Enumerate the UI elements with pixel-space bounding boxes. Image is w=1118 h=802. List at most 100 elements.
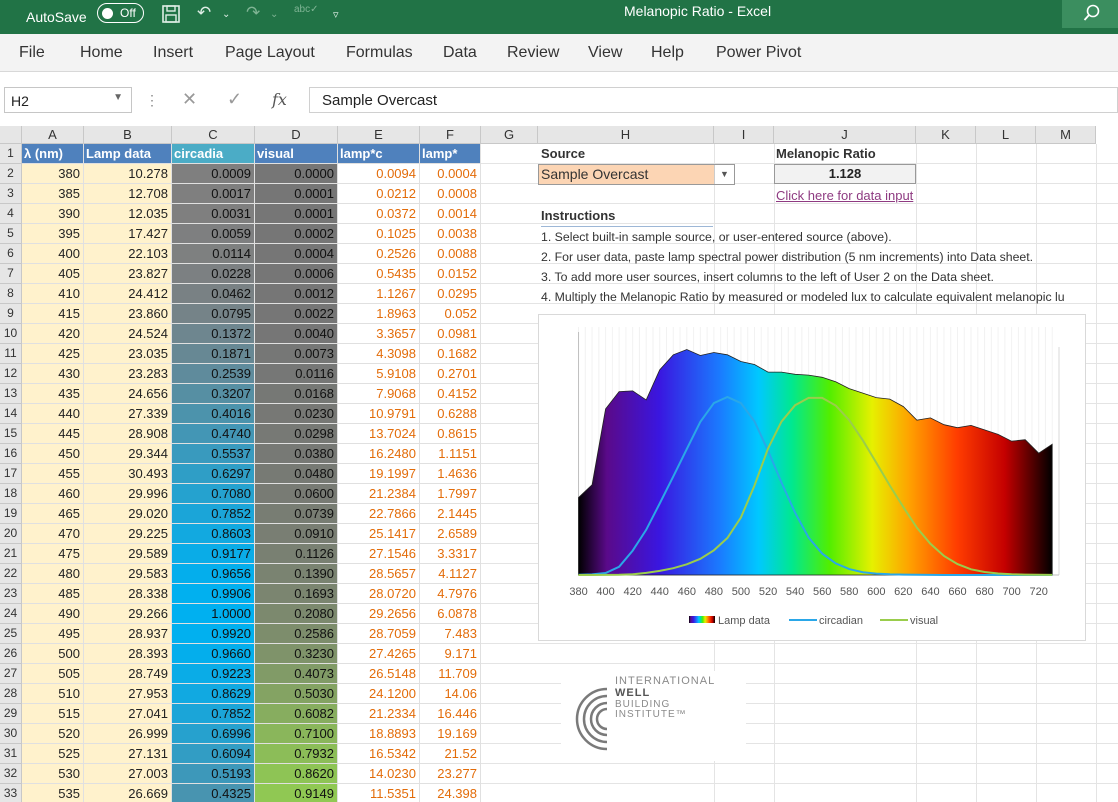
cell-wavelength[interactable]: 440 xyxy=(22,404,84,424)
tab-help[interactable]: Help xyxy=(651,44,684,62)
cell-circadian[interactable]: 0.4325 xyxy=(172,784,255,802)
cell-lamp-v[interactable]: 9.171 xyxy=(420,644,481,664)
cell-circadian[interactable]: 0.0017 xyxy=(172,184,255,204)
undo-icon[interactable]: ↶ xyxy=(197,3,211,23)
cell-lamp-data[interactable]: 28.393 xyxy=(84,644,172,664)
cell-lamp-v[interactable]: 0.0008 xyxy=(420,184,481,204)
cell-lamp-v[interactable]: 11.709 xyxy=(420,664,481,684)
insert-function-icon[interactable]: fx xyxy=(272,90,287,109)
cell-circadian[interactable]: 0.9656 xyxy=(172,564,255,584)
cell-lamp-data[interactable]: 24.412 xyxy=(84,284,172,304)
tab-formulas[interactable]: Formulas xyxy=(346,44,413,62)
row-header[interactable]: 17 xyxy=(0,464,22,484)
row-header[interactable]: 28 xyxy=(0,684,22,704)
cell-wavelength[interactable]: 535 xyxy=(22,784,84,802)
cell-circadian[interactable]: 0.4016 xyxy=(172,404,255,424)
cell-circadian[interactable]: 0.7852 xyxy=(172,704,255,724)
cell-wavelength[interactable]: 500 xyxy=(22,644,84,664)
cell-circadian[interactable]: 0.9920 xyxy=(172,624,255,644)
cell-lamp-data[interactable]: 26.999 xyxy=(84,724,172,744)
column-header-F[interactable]: F xyxy=(420,126,481,144)
cell-lamp-data[interactable]: 29.583 xyxy=(84,564,172,584)
row-header[interactable]: 2 xyxy=(0,164,22,184)
table-header-cell[interactable]: λ (nm) xyxy=(22,144,84,164)
cell-circadian[interactable]: 0.6996 xyxy=(172,724,255,744)
cell-visual[interactable]: 0.0910 xyxy=(255,524,338,544)
cell-visual[interactable]: 0.9149 xyxy=(255,784,338,802)
cell-lamp-data[interactable]: 30.493 xyxy=(84,464,172,484)
cell-lamp-c[interactable]: 21.2334 xyxy=(338,704,420,724)
column-header-M[interactable]: M xyxy=(1036,126,1096,144)
row-header[interactable]: 22 xyxy=(0,564,22,584)
cell-lamp-v[interactable]: 0.6288 xyxy=(420,404,481,424)
cell-wavelength[interactable]: 515 xyxy=(22,704,84,724)
cell-lamp-c[interactable]: 19.1997 xyxy=(338,464,420,484)
cell-circadian[interactable]: 0.0114 xyxy=(172,244,255,264)
cell-lamp-c[interactable]: 28.0720 xyxy=(338,584,420,604)
cell-visual[interactable]: 0.1390 xyxy=(255,564,338,584)
cell-lamp-c[interactable]: 22.7866 xyxy=(338,504,420,524)
row-header[interactable]: 25 xyxy=(0,624,22,644)
cell-circadian[interactable]: 0.8629 xyxy=(172,684,255,704)
cell-wavelength[interactable]: 405 xyxy=(22,264,84,284)
cell-visual[interactable]: 0.0006 xyxy=(255,264,338,284)
cell-lamp-c[interactable]: 5.9108 xyxy=(338,364,420,384)
row-header[interactable]: 15 xyxy=(0,424,22,444)
column-header-D[interactable]: D xyxy=(255,126,338,144)
cell-wavelength[interactable]: 400 xyxy=(22,244,84,264)
spectrum-chart[interactable]: 380 400 420 440 460 480 500 520 540 560 580 600 620 6… xyxy=(538,314,1086,641)
cell-wavelength[interactable]: 450 xyxy=(22,444,84,464)
cell-wavelength[interactable]: 385 xyxy=(22,184,84,204)
cell-circadian[interactable]: 0.4740 xyxy=(172,424,255,444)
cell-visual[interactable]: 0.0600 xyxy=(255,484,338,504)
cell-circadian[interactable]: 0.6094 xyxy=(172,744,255,764)
cell-visual[interactable]: 0.0230 xyxy=(255,404,338,424)
chevron-down-icon[interactable]: ▼ xyxy=(714,165,734,184)
column-header-A[interactable]: A xyxy=(22,126,84,144)
cell-visual[interactable]: 0.0040 xyxy=(255,324,338,344)
cell-lamp-c[interactable]: 0.1025 xyxy=(338,224,420,244)
select-all-corner[interactable] xyxy=(0,126,22,144)
cell-visual[interactable]: 0.0004 xyxy=(255,244,338,264)
tab-power-pivot[interactable]: Power Pivot xyxy=(716,44,801,62)
cell-lamp-c[interactable]: 10.9791 xyxy=(338,404,420,424)
name-box[interactable]: H2 ▼ xyxy=(4,87,132,113)
chevron-down-icon[interactable]: ▼ xyxy=(113,92,123,103)
autosave-toggle[interactable]: Off xyxy=(97,3,144,23)
cell-visual[interactable]: 0.0000 xyxy=(255,164,338,184)
row-header[interactable]: 10 xyxy=(0,324,22,344)
tab-review[interactable]: Review xyxy=(507,44,559,62)
cell-circadian[interactable]: 0.5537 xyxy=(172,444,255,464)
cell-wavelength[interactable]: 460 xyxy=(22,484,84,504)
cell-visual[interactable]: 0.0380 xyxy=(255,444,338,464)
cell-lamp-data[interactable]: 17.427 xyxy=(84,224,172,244)
cell-circadian[interactable]: 0.0059 xyxy=(172,224,255,244)
cell-lamp-data[interactable]: 29.996 xyxy=(84,484,172,504)
cell-circadian[interactable]: 0.7852 xyxy=(172,504,255,524)
cell-lamp-v[interactable]: 14.06 xyxy=(420,684,481,704)
row-header[interactable]: 8 xyxy=(0,284,22,304)
cell-visual[interactable]: 0.5030 xyxy=(255,684,338,704)
cell-lamp-data[interactable]: 23.860 xyxy=(84,304,172,324)
row-header[interactable]: 1 xyxy=(0,144,22,164)
cell-visual[interactable]: 0.0739 xyxy=(255,504,338,524)
cell-lamp-c[interactable]: 16.2480 xyxy=(338,444,420,464)
row-header[interactable]: 19 xyxy=(0,504,22,524)
cell-lamp-data[interactable]: 28.937 xyxy=(84,624,172,644)
cell-wavelength[interactable]: 520 xyxy=(22,724,84,744)
cell-lamp-c[interactable]: 27.4265 xyxy=(338,644,420,664)
cell-lamp-v[interactable]: 1.7997 xyxy=(420,484,481,504)
cell-visual[interactable]: 0.3230 xyxy=(255,644,338,664)
cell-visual[interactable]: 0.0002 xyxy=(255,224,338,244)
cell-lamp-v[interactable]: 16.446 xyxy=(420,704,481,724)
cell-circadian[interactable]: 0.2539 xyxy=(172,364,255,384)
tab-file[interactable]: File xyxy=(19,44,45,62)
row-header[interactable]: 29 xyxy=(0,704,22,724)
row-header[interactable]: 24 xyxy=(0,604,22,624)
cell-visual[interactable]: 0.6082 xyxy=(255,704,338,724)
cell-circadian[interactable]: 0.1871 xyxy=(172,344,255,364)
cell-lamp-c[interactable]: 11.5351 xyxy=(338,784,420,802)
cell-wavelength[interactable]: 510 xyxy=(22,684,84,704)
cell-lamp-data[interactable]: 22.103 xyxy=(84,244,172,264)
cell-lamp-v[interactable]: 3.3317 xyxy=(420,544,481,564)
